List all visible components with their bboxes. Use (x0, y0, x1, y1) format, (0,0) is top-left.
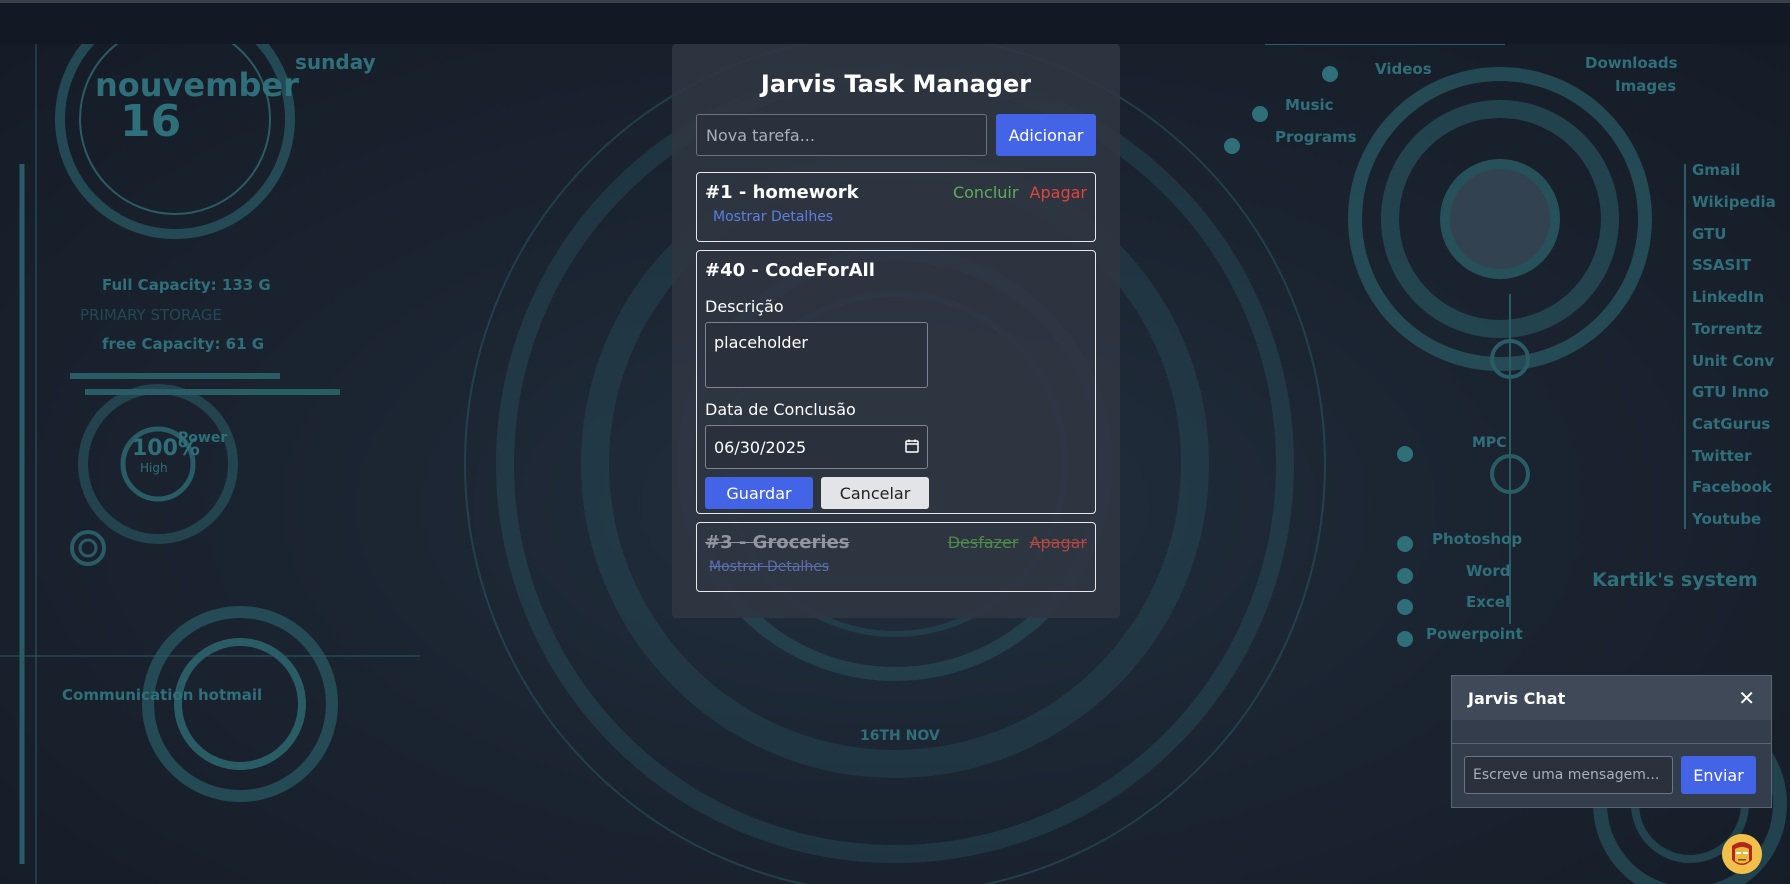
task-actions: Concluir Apagar (953, 183, 1087, 202)
jarvis-avatar[interactable] (1722, 834, 1762, 874)
due-date-field[interactable]: 06/30/2025 (705, 425, 928, 469)
hud-weekday: sunday (295, 50, 376, 74)
show-details-link[interactable]: Mostrar Detalhes (709, 559, 1087, 575)
delete-task-button[interactable]: Apagar (1030, 533, 1087, 552)
hud-primary-storage: PRIMARY STORAGE (80, 306, 222, 324)
hud-link-catgurus: CatGurus (1692, 415, 1770, 433)
chat-messages (1452, 720, 1771, 744)
close-icon[interactable]: ✕ (1738, 686, 1755, 710)
task-manager-panel: Jarvis Task Manager Adicionar #1 - homew… (672, 44, 1120, 618)
hud-link-torrentz: Torrentz (1692, 320, 1762, 338)
hud-link-gtu-inno: GTU Inno (1692, 383, 1769, 401)
chat-title: Jarvis Chat (1468, 688, 1566, 708)
iron-man-icon (1722, 834, 1762, 874)
hud-link-unit-conv: Unit Conv (1692, 352, 1774, 370)
hud-link-youtube: Youtube (1691, 510, 1761, 528)
hud-power-sub: High (140, 461, 168, 475)
hud-link-facebook: Facebook (1692, 478, 1773, 496)
hud-mpc: MPC (1472, 435, 1506, 451)
hud-link-gtu: GTU (1692, 225, 1726, 243)
hud-link-linkedin: LinkedIn (1692, 288, 1764, 306)
add-task-row: Adicionar (696, 114, 1096, 156)
task-actions: Desfazer Apagar (948, 533, 1087, 552)
hud-power-label: Power (178, 430, 227, 446)
page-title: Jarvis Task Manager (760, 70, 1032, 98)
hud-link-wikipedia: Wikipedia (1692, 193, 1776, 211)
due-date-label: Data de Conclusão (705, 400, 856, 419)
chat-message-input[interactable] (1464, 756, 1673, 794)
hud-link-excel: Excel (1466, 593, 1510, 611)
undo-task-button[interactable]: Desfazer (948, 533, 1019, 552)
browser-top-strip (0, 0, 1790, 44)
send-button[interactable]: Enviar (1681, 756, 1756, 794)
hud-link-gmail: Gmail (1692, 161, 1740, 179)
add-task-button[interactable]: Adicionar (996, 114, 1096, 156)
task-card: #1 - homework Concluir Apagar Mostrar De… (696, 172, 1096, 242)
calendar-icon[interactable] (905, 439, 919, 453)
due-date-value: 06/30/2025 (714, 438, 807, 457)
hud-link-photoshop: Photoshop (1432, 530, 1522, 548)
task-card-completed: #3 - Groceries Desfazer Apagar Mostrar D… (696, 522, 1096, 592)
hud-link-images: Images (1615, 77, 1676, 95)
hud-system-name: Kartik's system (1592, 569, 1758, 591)
hud-link-videos: Videos (1375, 60, 1432, 78)
chat-header: Jarvis Chat ✕ (1452, 676, 1771, 720)
hud-link-programs: Programs (1275, 128, 1357, 146)
task-card-editing: #40 - CodeForAll Descrição placeholder D… (696, 250, 1096, 514)
description-field[interactable]: placeholder (705, 322, 928, 388)
hud-link-ssasit: SSASIT (1692, 256, 1752, 274)
new-task-input[interactable] (696, 114, 987, 156)
hud-link-powerpoint: Powerpoint (1426, 625, 1523, 643)
hud-day: 16 (120, 96, 181, 147)
hud-communication: Communication (62, 686, 193, 704)
hud-link-downloads: Downloads (1585, 54, 1678, 72)
show-details-link[interactable]: Mostrar Detalhes (713, 209, 1087, 225)
hud-free-capacity: free Capacity: 61 G (102, 335, 264, 353)
chat-input-row: Enviar (1452, 744, 1771, 806)
description-label: Descrição (705, 297, 784, 316)
complete-task-button[interactable]: Concluir (953, 183, 1019, 202)
delete-task-button[interactable]: Apagar (1030, 183, 1087, 202)
hud-date: 16TH NOV (860, 728, 940, 744)
hud-link-word: Word (1466, 562, 1510, 580)
task-title: #40 - CodeForAll (705, 260, 875, 281)
edit-buttons: Guardar Cancelar (705, 477, 1087, 509)
chat-widget: Jarvis Chat ✕ Enviar (1451, 675, 1772, 808)
hud-link-music: Music (1285, 96, 1334, 114)
hud-link-twitter: Twitter (1692, 447, 1752, 465)
hud-full-capacity: Full Capacity: 133 G (102, 276, 271, 294)
hud-hotmail: hotmail (198, 686, 262, 704)
save-button[interactable]: Guardar (705, 477, 813, 509)
cancel-button[interactable]: Cancelar (821, 477, 929, 509)
